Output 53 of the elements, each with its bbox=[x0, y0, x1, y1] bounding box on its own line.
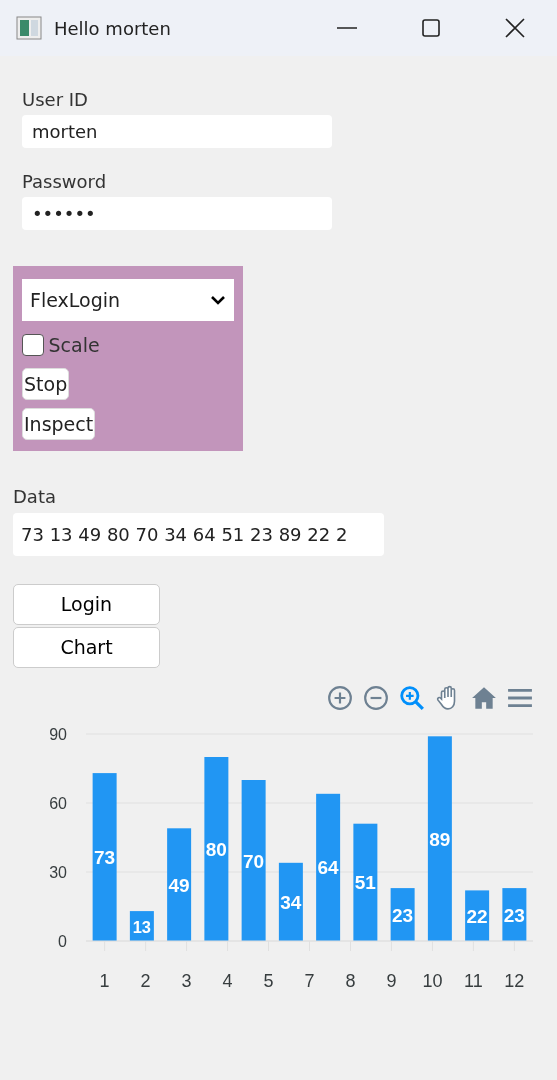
bar bbox=[390, 887, 415, 941]
axis-label: 3 bbox=[181, 970, 192, 991]
button[interactable]: Inspect bbox=[22, 407, 96, 440]
data-label: 89 bbox=[429, 828, 451, 850]
axis-label: 2 bbox=[140, 970, 151, 991]
bar bbox=[465, 889, 490, 941]
checkbox-label: Scale bbox=[48, 333, 100, 358]
axis-label: 1 bbox=[99, 970, 110, 991]
axis-label: 5 bbox=[263, 970, 274, 991]
maximize-icon bbox=[420, 17, 442, 39]
button[interactable]: Chart bbox=[13, 626, 160, 668]
window-title: Hello morten bbox=[54, 16, 172, 41]
field-label: User ID bbox=[22, 88, 88, 112]
button[interactable]: Stop bbox=[22, 367, 70, 400]
data-label: 80 bbox=[205, 838, 227, 860]
axis-label: 90 bbox=[49, 725, 67, 743]
zoom-icon[interactable] bbox=[399, 684, 425, 711]
bar bbox=[502, 887, 527, 941]
axis-label: 0 bbox=[58, 932, 67, 950]
data-label: 23 bbox=[392, 904, 414, 926]
bar bbox=[129, 910, 154, 941]
zoom-out-icon[interactable] bbox=[363, 684, 389, 711]
input-field[interactable]: morten bbox=[22, 115, 332, 148]
input-field[interactable]: 73 13 49 80 70 34 64 51 23 89 22 2 bbox=[13, 512, 384, 556]
dropdown[interactable]: FlexLogin bbox=[22, 279, 234, 321]
axis-label: 7 bbox=[304, 970, 315, 991]
data-label: 73 bbox=[94, 846, 116, 868]
field-label: Data bbox=[13, 484, 56, 509]
axis-label: 8 bbox=[345, 970, 356, 991]
axis-label: 30 bbox=[49, 863, 67, 881]
close-icon bbox=[504, 17, 526, 39]
zoom-in-icon[interactable] bbox=[327, 684, 353, 711]
button[interactable]: Login bbox=[13, 583, 160, 625]
axis-label: 60 bbox=[49, 794, 67, 812]
checkbox[interactable] bbox=[22, 334, 44, 357]
axis-label: 9 bbox=[386, 970, 397, 991]
data-label: 49 bbox=[168, 874, 190, 896]
data-label: 64 bbox=[317, 856, 339, 878]
axis-label: 4 bbox=[222, 970, 233, 991]
data-label: 13 bbox=[132, 917, 151, 936]
data-label: 51 bbox=[354, 871, 376, 893]
data-label: 34 bbox=[280, 891, 302, 913]
data-label: 22 bbox=[466, 905, 488, 927]
axis-label: 10 bbox=[422, 970, 443, 991]
chevron-icon bbox=[210, 295, 226, 305]
axis-label: 12 bbox=[504, 970, 525, 991]
minimize-icon bbox=[336, 27, 358, 29]
field-label: Password bbox=[22, 170, 107, 194]
data-label: 70 bbox=[243, 850, 265, 871]
app-icon bbox=[16, 16, 42, 40]
axis-label: 11 bbox=[464, 970, 483, 991]
input-field[interactable]: •••••• bbox=[22, 197, 332, 230]
data-label: 23 bbox=[503, 904, 525, 926]
